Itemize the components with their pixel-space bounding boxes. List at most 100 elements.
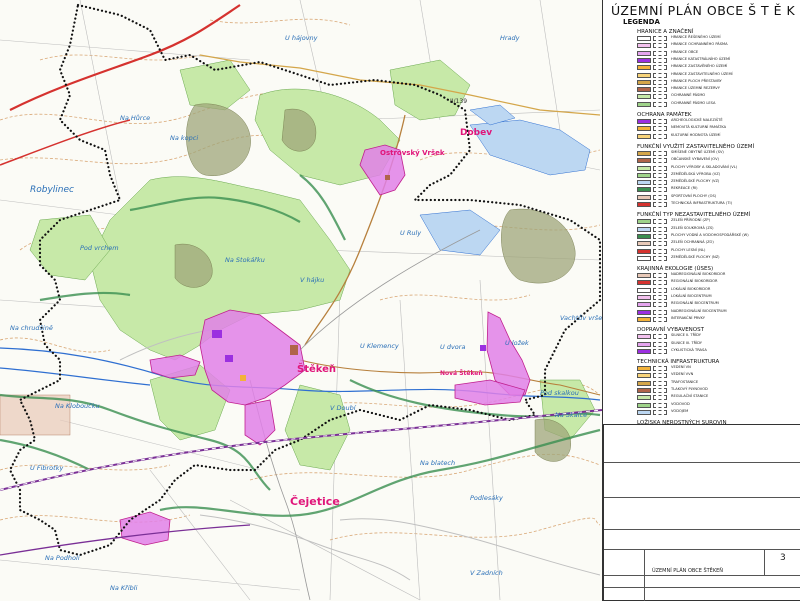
legend-swatch (637, 194, 651, 200)
legend-item-label: PLOCHY VÝROBY A SKLADOVÁNÍ (VL) (671, 164, 738, 169)
legend-item-label: ZELEŇ SOUKROMÁ (ZS) (671, 225, 714, 230)
legend-swatch (637, 133, 651, 139)
legend-item: SMÍŠENÉ OBYTNÉ ÚZEMÍ (SV) (637, 150, 799, 157)
legend-swatch-proposed (653, 226, 667, 232)
legend-item-label: KULTURNÍ HODNOTA ÚZEMÍ (671, 132, 721, 137)
place-label: Na Podholí (45, 554, 81, 562)
legend-item: HRANICE OCHRANNÉHO PÁSMA (637, 42, 799, 49)
legend-item: ZEMĚDĚLSKÉ PLOCHY (NZ) (637, 254, 799, 262)
legend-item: INTERAKČNÍ PRVKY (637, 316, 799, 323)
legend-item-label: LOKÁLNÍ BIOCENTRUM (671, 294, 712, 298)
legend-swatch-proposed (653, 287, 667, 293)
legend-item-label: REKREACE (RI) (671, 186, 698, 191)
map-canvas[interactable]: Robylinec Na Stokářku V hájku Na Kloboučku V… (0, 0, 602, 601)
legend-swatch (637, 287, 651, 293)
legend-item-label: ARCHEOLOGICKÉ NALEZIŠTĚ (671, 118, 723, 122)
legend-swatch (637, 202, 651, 207)
legend-swatch-proposed (653, 194, 667, 200)
legend-title: ÚZEMNÍ PLÁN OBCE Š T Ě K E Ň (611, 3, 800, 18)
legend-swatch (637, 295, 651, 300)
legend-item-label: PLOCHY LESNÍ (NL) (671, 247, 706, 252)
legend-item-label: ZELEŇ OCHRANNÁ (ZO) (671, 240, 714, 245)
legend-swatch (637, 72, 651, 78)
legend-item-label: HRANICE KATASTRÁLNÍHO ÚZEMÍ (671, 56, 731, 61)
legend-item-label: HRANICE OBCE (671, 49, 699, 54)
legend-item-label: OBČANSKÉ VYBAVENÍ (OV) (671, 157, 719, 162)
legend-item: ZELEŇ OCHRANNÁ (ZO) (637, 240, 799, 247)
legend-swatch-proposed (653, 219, 667, 225)
legend-swatch (637, 248, 651, 254)
legend-item: ZELEŇ PŘÍRODNÍ (ZP) (637, 218, 799, 225)
legend-item-label: ZEMĚDĚLSKÉ PLOCHY (NZ) (671, 254, 720, 259)
legend-swatch-proposed (653, 165, 667, 171)
legend-subtitle: LEGENDA (623, 18, 660, 26)
legend-item: CYKLISTICKÁ TRASA (637, 347, 799, 355)
legend-swatch-proposed (653, 255, 667, 261)
legend-item: OCHRANNÉ PÁSMO (637, 93, 799, 100)
legend-item: SILNICE II. TŘÍDY (637, 333, 799, 340)
legend-swatch-proposed (653, 366, 667, 372)
legend-item: SILNICE III. TŘÍDY (637, 341, 799, 348)
legend-swatch-proposed (653, 119, 667, 124)
legend-item: HRANICE OBCE (637, 49, 799, 57)
legend-swatch (637, 255, 651, 261)
road-code-label: II/139 (450, 98, 467, 105)
legend-swatch (637, 150, 651, 156)
legend-swatch (637, 395, 651, 401)
legend-item: OBČANSKÉ VYBAVENÍ (OV) (637, 157, 799, 164)
legend-item-label: CYKLISTICKÁ TRASA (671, 347, 707, 352)
legend-swatch (637, 309, 651, 315)
building-block (480, 345, 486, 351)
legend-item-label: SPORTOVNÍ PLOCHY (OS) (671, 193, 717, 198)
legend-item: KULTURNÍ HODNOTA ÚZEMÍ (637, 132, 799, 140)
legend-item: HRANICE PLOCH PŘESTAVBY (637, 79, 799, 86)
legend-item: PLOCHY LESNÍ (NL) (637, 247, 799, 255)
legend-swatch (637, 316, 651, 322)
title-block-name: ÚZEMNÍ PLÁN OBCE ŠTĚKEŇ (652, 568, 724, 574)
building-block (385, 175, 390, 180)
legend-swatch (637, 366, 651, 372)
legend-swatch (637, 36, 651, 41)
legend-swatch-proposed (653, 87, 667, 93)
legend-item-label: REGIONÁLNÍ BIOCENTRUM (671, 301, 719, 306)
legend-item-label: SILNICE II. TŘÍDY (671, 333, 701, 338)
legend-swatch-proposed (653, 395, 667, 401)
legend-swatch (637, 165, 651, 171)
legend-item-label: OCHRANNÉ PÁSMO (671, 93, 706, 98)
legend-item: SPORTOVNÍ PLOCHY (OS) (637, 193, 799, 201)
legend-item: NADREGIONÁLNÍ BIOCENTRUM (637, 309, 799, 316)
place-label: U Klemency (360, 342, 399, 350)
place-label: Na Stokářku (225, 256, 265, 264)
place-label: Na blatech (420, 459, 455, 467)
legend-item-label: OCHRANNÉ PÁSMO LESA (671, 100, 716, 105)
legend-item-label: VODOVOD (671, 401, 690, 406)
legend-item-label: HRANICE ŘEŠENÉHO ÚZEMÍ (671, 35, 721, 39)
legend-item: VEDENÍ VVN (637, 372, 799, 379)
legend-swatch-proposed (653, 50, 667, 56)
legend-swatch (637, 57, 651, 63)
legend-swatch-proposed (653, 101, 667, 107)
legend-swatch-proposed (653, 133, 667, 139)
legend-swatch-proposed (653, 43, 667, 49)
legend-swatch-proposed (653, 202, 667, 207)
legend-swatch (637, 233, 651, 239)
legend-swatch (637, 158, 651, 164)
legend-swatch (637, 373, 651, 379)
title-block: ÚZEMNÍ PLÁN OBCE ŠTĚKEŇ 3 (603, 424, 800, 601)
town-label: Štěkeň (297, 362, 336, 375)
legend-swatch-proposed (653, 248, 667, 254)
legend-swatch-proposed (653, 388, 667, 393)
legend-swatch-proposed (653, 187, 667, 193)
legend-item: NEMOVITÁ KULTURNÍ PAMÁTKA (637, 125, 799, 132)
legend-swatch-proposed (653, 334, 667, 340)
map-sheet: Robylinec Na Stokářku V hájku Na Kloboučku V… (0, 0, 800, 601)
legend-swatch (637, 65, 651, 71)
legend-swatch (637, 119, 651, 124)
legend-item-label: HRANICE ZASTAVĚNÉHO ÚZEMÍ (671, 64, 728, 69)
legend-swatch (637, 273, 651, 279)
legend-item: TRAFOSTANICE (637, 380, 799, 387)
legend-swatch (637, 126, 651, 132)
legend-swatch (637, 79, 651, 85)
place-label: U ložek (505, 339, 529, 347)
legend-swatch-proposed (653, 316, 667, 322)
